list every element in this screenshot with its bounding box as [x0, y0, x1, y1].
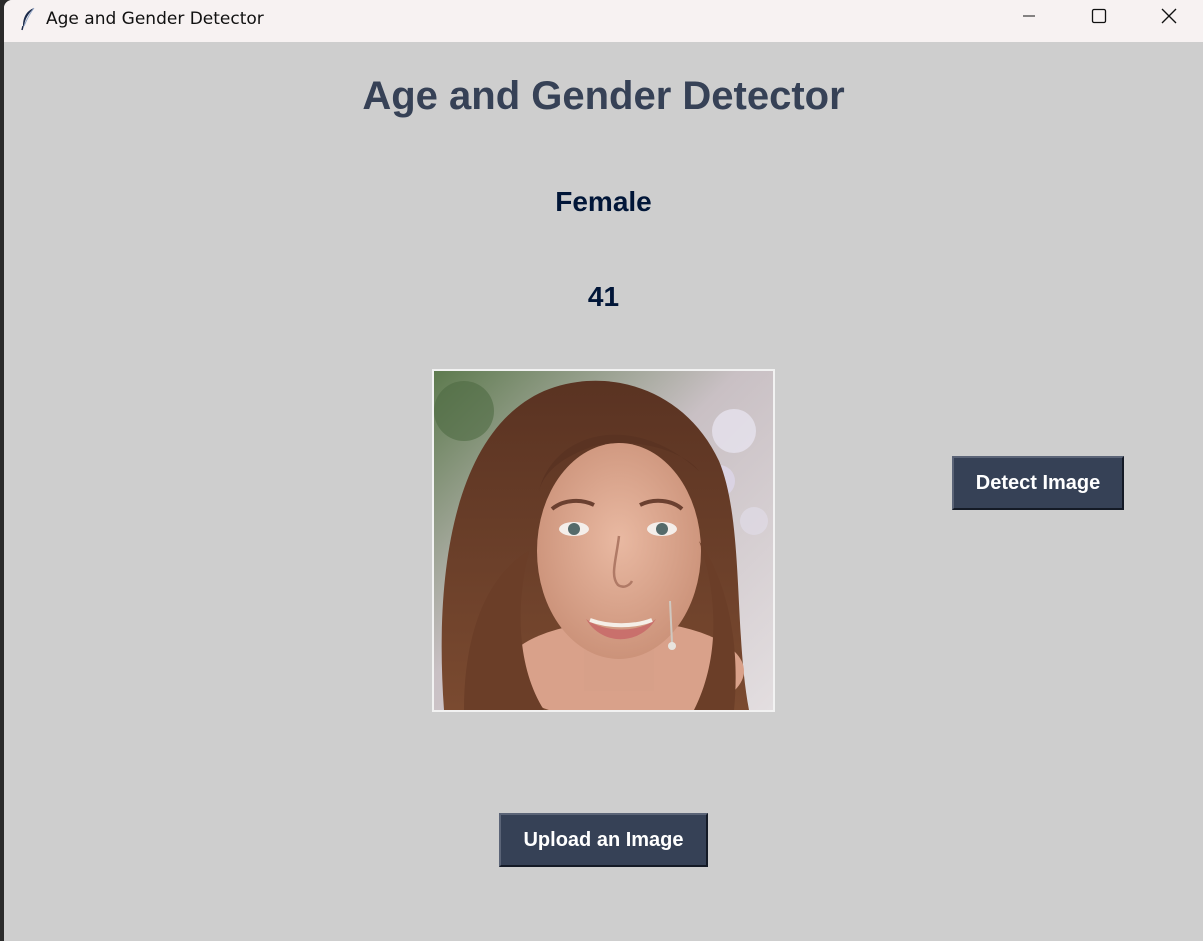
age-result: 41: [587, 281, 620, 312]
portrait-illustration: [434, 371, 773, 710]
feather-icon: [20, 7, 36, 31]
maximize-button[interactable]: [1064, 0, 1134, 36]
gender-result: Female: [555, 186, 652, 217]
uploaded-face-image: [432, 369, 775, 712]
close-button[interactable]: [1134, 0, 1203, 36]
app-window: Age and Gender Detector Age and Gender D…: [4, 0, 1203, 941]
close-icon: [1161, 8, 1177, 29]
maximize-icon: [1091, 8, 1107, 29]
upload-image-button[interactable]: Upload an Image: [499, 813, 708, 867]
page-title: Age and Gender Detector: [362, 74, 845, 118]
detect-image-button[interactable]: Detect Image: [952, 456, 1124, 510]
minimize-button[interactable]: [994, 0, 1064, 36]
title-bar[interactable]: Age and Gender Detector: [4, 0, 1203, 42]
window-title: Age and Gender Detector: [46, 9, 264, 29]
minimize-icon: [1022, 9, 1036, 28]
